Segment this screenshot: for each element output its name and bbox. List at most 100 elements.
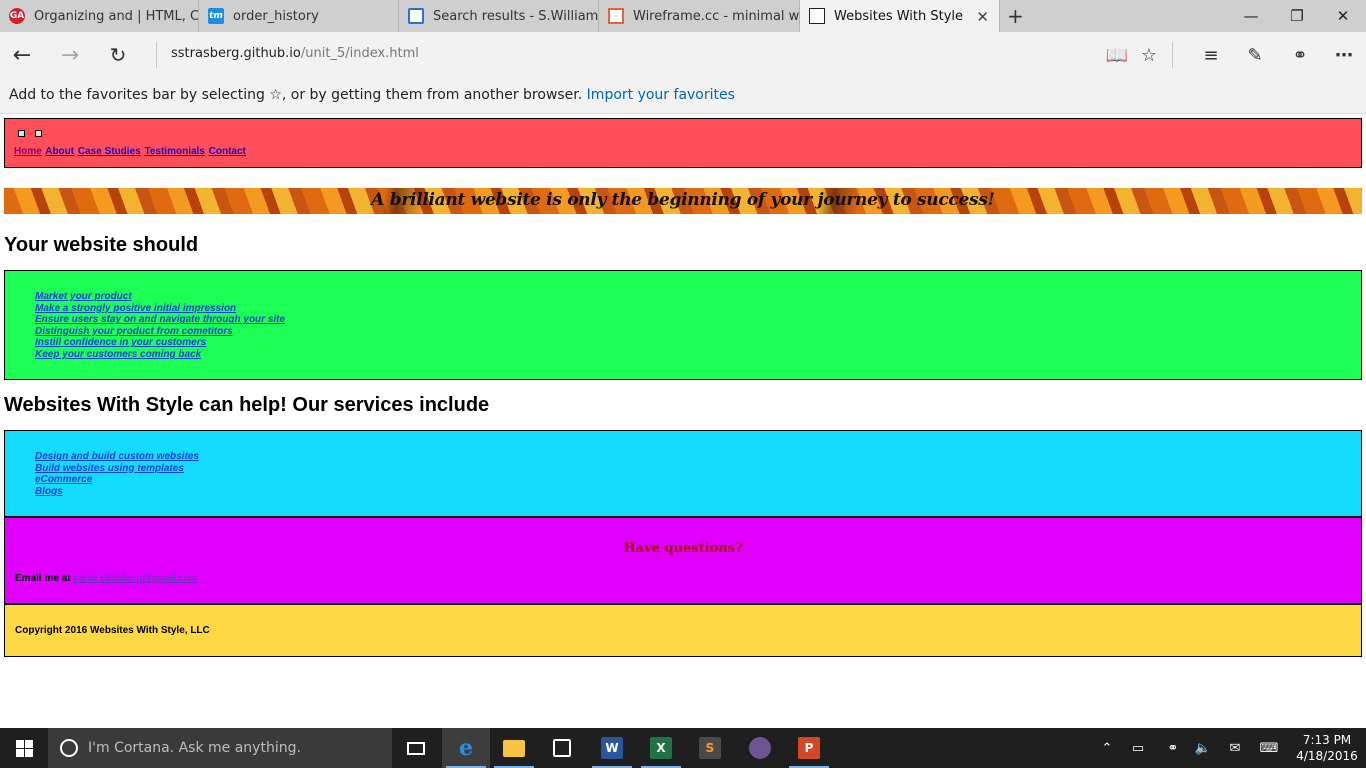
share-icon[interactable]: ⚭ [1284, 41, 1316, 69]
goal-link[interactable]: Distinguish your product from cometitors [35, 326, 233, 337]
service-link[interactable]: Design and build custom websites [35, 451, 199, 462]
broken-image-icon [35, 130, 42, 137]
show-hidden-icons[interactable]: ⌃ [1096, 728, 1118, 768]
web-page: Home About Case Studies Testimonials Con… [0, 114, 1366, 728]
new-tab-icon[interactable]: + [1007, 4, 1024, 28]
service-link[interactable]: eCommerce [35, 474, 92, 485]
list-item: Keep your customers coming back [35, 349, 285, 361]
ga-favicon-icon: GA [9, 8, 25, 24]
nav-link-home[interactable]: Home [14, 146, 42, 157]
list-item: Blogs [35, 486, 199, 498]
tab-title: Websites With Style [834, 8, 964, 24]
goal-link[interactable]: Market your product [35, 291, 132, 302]
goal-link[interactable]: Instill confidence in your customers [35, 337, 206, 348]
clock-date: 4/18/2016 [1296, 749, 1358, 763]
service-link[interactable]: Blogs [35, 486, 63, 497]
list-item: Instill confidence in your customers [35, 337, 285, 349]
services-list: Design and build custom websites Build w… [35, 451, 199, 497]
sublime-icon[interactable]: S [686, 728, 734, 768]
keyboard-icon[interactable]: ⌨ [1256, 728, 1282, 768]
header-images [18, 130, 42, 137]
copyright-text: Copyright 2016 Websites With Style, LLC [15, 625, 210, 636]
contact-section: Have questions? Email me at sandi.strasb… [4, 517, 1362, 604]
web-note-icon[interactable]: ✎ [1239, 41, 1271, 69]
windows-logo-icon [15, 739, 33, 757]
excel-icon[interactable]: X [637, 728, 685, 768]
github-desktop-icon[interactable] [736, 728, 784, 768]
cortana-placeholder: I'm Cortana. Ask me anything. [88, 740, 301, 756]
tab-search-results[interactable]: Search results - S.Williams [399, 0, 599, 32]
hub-icon[interactable]: ≡ [1195, 41, 1227, 69]
close-tab-icon[interactable]: ✕ [976, 8, 989, 26]
start-button[interactable] [0, 728, 48, 768]
tab-wireframe[interactable]: Wireframe.cc - minimal wire [599, 0, 800, 32]
powerpoint-icon[interactable]: P [785, 728, 833, 768]
action-center-icon[interactable]: ✉ [1224, 728, 1246, 768]
tab-title: Search results - S.Williams [433, 8, 599, 24]
site-nav: Home About Case Studies Testimonials Con… [14, 146, 247, 157]
taskbar: I'm Cortana. Ask me anything. e W X S P … [0, 728, 1366, 768]
list-item: Build websites using templates [35, 463, 199, 475]
nav-link-case-studies[interactable]: Case Studies [78, 146, 141, 157]
site-header: Home About Case Studies Testimonials Con… [4, 118, 1362, 168]
toolbar-separator [1172, 42, 1173, 68]
nav-link-testimonials[interactable]: Testimonials [144, 146, 204, 157]
services-section: Design and build custom websites Build w… [4, 430, 1362, 517]
forward-icon[interactable]: → [55, 41, 85, 69]
email-label: Email me at [15, 573, 74, 584]
list-item: Design and build custom websites [35, 451, 199, 463]
more-icon[interactable]: ⋯ [1328, 41, 1360, 69]
battery-icon[interactable]: ▭ [1127, 728, 1149, 768]
minimize-icon[interactable]: — [1228, 0, 1274, 32]
cortana-search-box[interactable]: I'm Cortana. Ask me anything. [48, 728, 392, 768]
tab-title: order_history [233, 8, 319, 24]
store-icon[interactable] [538, 728, 586, 768]
goals-list: Market your product Make a strongly posi… [35, 291, 285, 361]
tab-organizing[interactable]: GA Organizing and | HTML, CSS [0, 0, 199, 32]
tm-favicon-icon: tm [208, 8, 224, 24]
list-item: Make a strongly positive initial impress… [35, 303, 285, 315]
clock[interactable]: 7:13 PM 4/18/2016 [1292, 732, 1362, 764]
reading-view-icon[interactable]: 📖 [1101, 41, 1133, 69]
refresh-icon[interactable]: ↻ [103, 41, 133, 69]
email-link[interactable]: sandi.strasberg@gmail.com [73, 573, 197, 584]
file-explorer-icon[interactable] [490, 728, 538, 768]
task-view-icon[interactable] [392, 728, 440, 768]
url-domain: sstrasberg.github.io [171, 46, 301, 61]
edge-icon[interactable]: e [442, 728, 490, 768]
cortana-icon [60, 739, 78, 757]
wireframe-favicon-icon [608, 8, 624, 24]
nav-link-about[interactable]: About [45, 146, 74, 157]
volume-icon[interactable]: 🔈 [1192, 728, 1214, 768]
page-favicon-icon [809, 8, 825, 24]
tab-bar: GA Organizing and | HTML, CSS tm order_h… [0, 0, 1366, 32]
favorite-star-icon[interactable]: ☆ [1133, 41, 1165, 69]
goal-link[interactable]: Make a strongly positive initial impress… [35, 303, 236, 314]
tab-title: Organizing and | HTML, CSS [34, 8, 199, 24]
address-bar: ← → ↻ sstrasberg.github.io/unit_5/index.… [0, 32, 1366, 77]
tab-title: Wireframe.cc - minimal wire [633, 8, 800, 24]
url-field[interactable]: sstrasberg.github.io/unit_5/index.html [171, 46, 419, 61]
contact-heading: Have questions? [623, 541, 743, 556]
back-icon[interactable]: ← [7, 41, 37, 69]
broken-image-icon [18, 130, 25, 137]
goal-link[interactable]: Keep your customers coming back [35, 349, 201, 360]
restore-icon[interactable]: ❐ [1274, 0, 1320, 32]
banner-tagline: A brilliant website is only the beginnin… [371, 190, 995, 210]
service-link[interactable]: Build websites using templates [35, 463, 184, 474]
goal-link[interactable]: Ensure users stay on and navigate throug… [35, 314, 285, 325]
url-separator [156, 42, 157, 68]
tab-order-history[interactable]: tm order_history [199, 0, 399, 32]
goals-heading: Your website should [4, 234, 199, 256]
wifi-icon[interactable]: ⚭ [1162, 728, 1184, 768]
site-footer: Copyright 2016 Websites With Style, LLC [4, 604, 1362, 657]
word-icon[interactable]: W [588, 728, 636, 768]
goals-section: Market your product Make a strongly posi… [4, 270, 1362, 380]
close-window-icon[interactable]: ✕ [1320, 0, 1366, 32]
services-heading: Websites With Style can help! Our servic… [4, 394, 490, 416]
favorites-bar: Add to the favorites bar by selecting ☆,… [0, 77, 1366, 114]
hero-banner: A brilliant website is only the beginnin… [4, 188, 1362, 214]
nav-link-contact[interactable]: Contact [209, 146, 246, 157]
tab-websites-with-style[interactable]: Websites With Style ✕ [800, 0, 1000, 32]
import-favorites-link[interactable]: Import your favorites [587, 87, 735, 103]
